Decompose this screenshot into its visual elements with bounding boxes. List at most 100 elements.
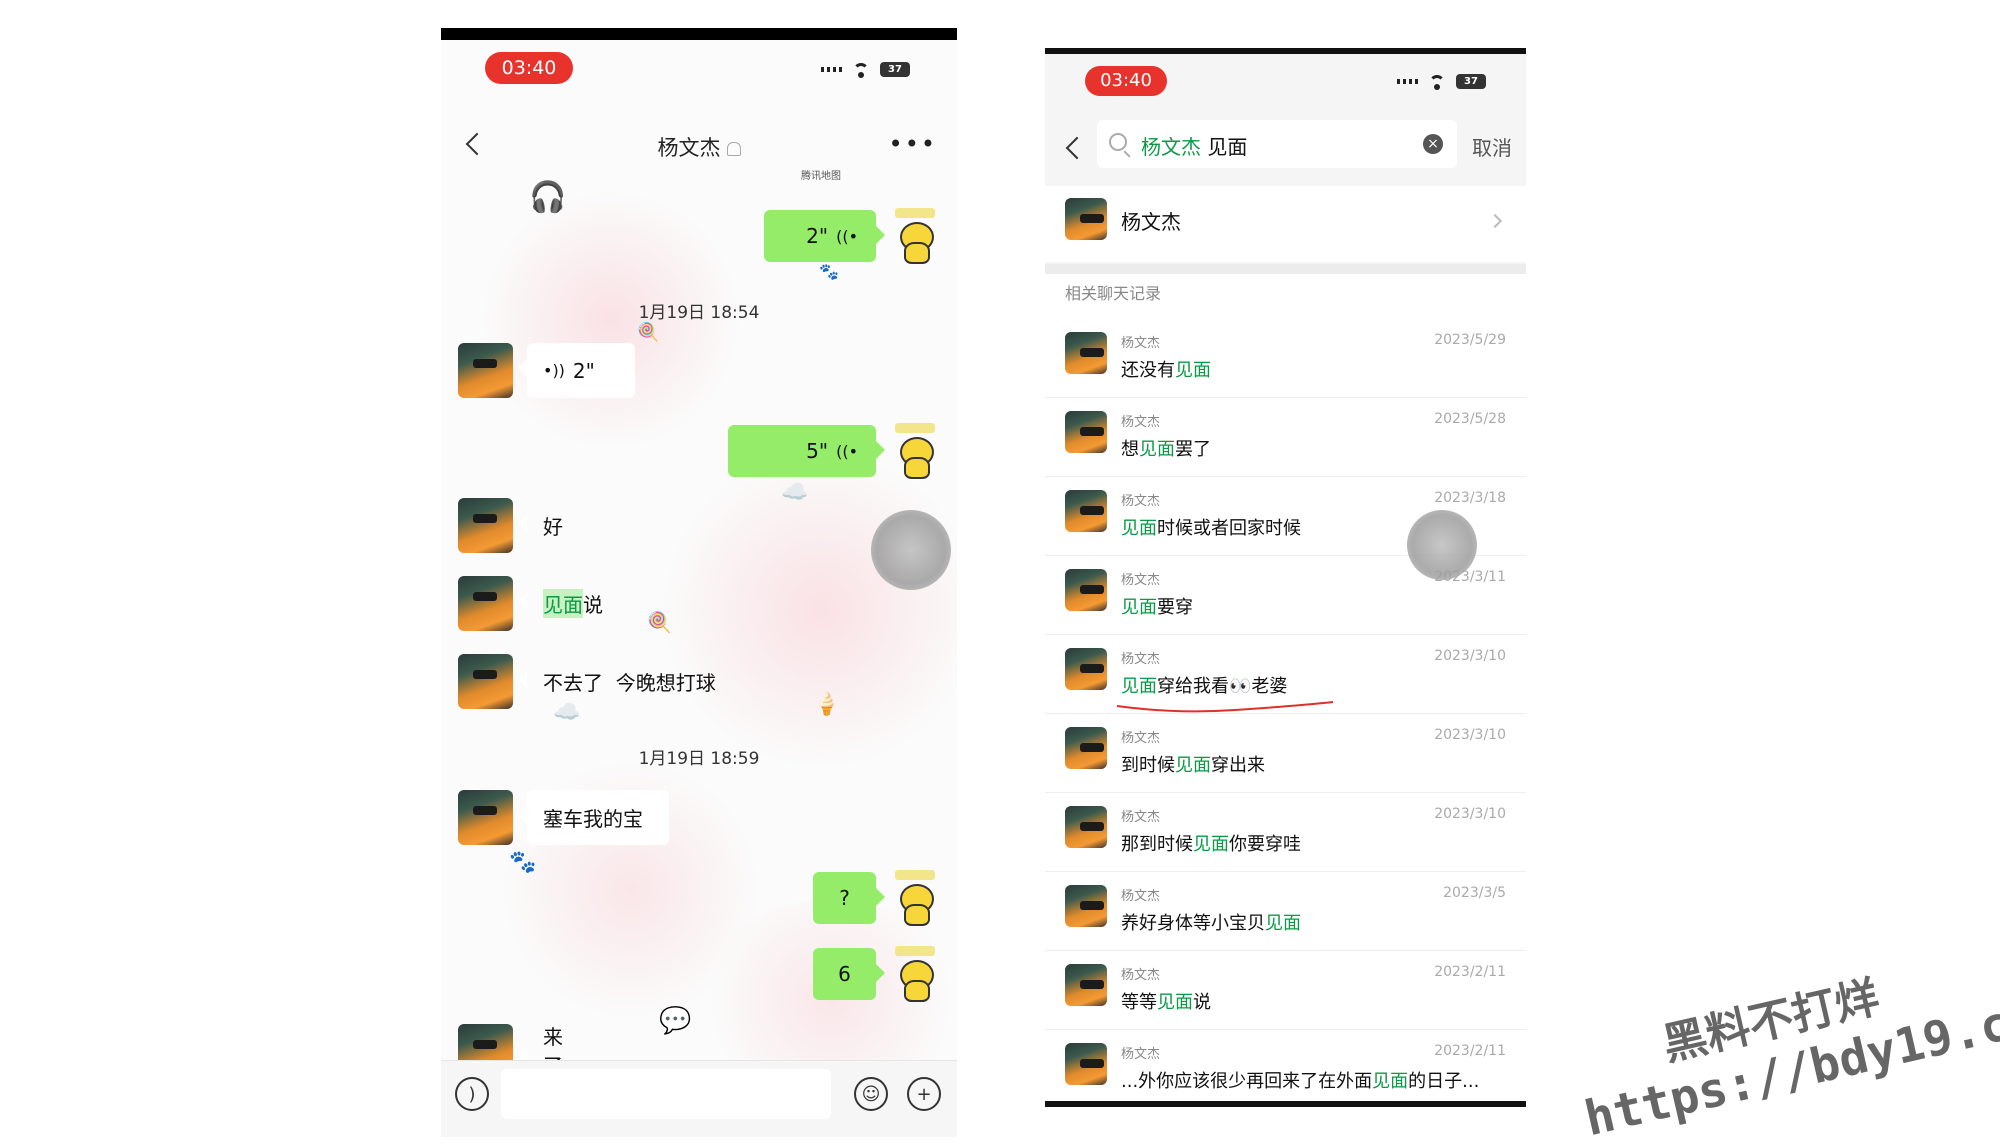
more-options-icon[interactable]: ••• bbox=[889, 130, 937, 158]
avatar-self[interactable] bbox=[891, 208, 941, 264]
headphone-icon: 🎧 bbox=[529, 180, 567, 215]
record-keyword: 见面 bbox=[1175, 755, 1211, 776]
avatar-self[interactable] bbox=[891, 946, 941, 1002]
text-message-out[interactable]: ? bbox=[813, 872, 885, 924]
record-keyword: 见面 bbox=[1157, 992, 1193, 1013]
record-date: 2023/3/10 bbox=[1434, 727, 1506, 743]
clear-icon[interactable]: × bbox=[1423, 134, 1443, 154]
floating-assist-button[interactable] bbox=[1407, 510, 1477, 580]
avatar-contact bbox=[1065, 727, 1107, 769]
record-date: 2023/3/10 bbox=[1434, 806, 1506, 822]
avatar-contact bbox=[1065, 411, 1107, 453]
contact-result[interactable]: 杨文杰 bbox=[1045, 186, 1526, 262]
wifi-icon bbox=[852, 62, 870, 78]
record-text-pre: 想 bbox=[1121, 439, 1139, 460]
voice-input-icon[interactable]: ) bbox=[455, 1077, 489, 1111]
plus-icon[interactable]: + bbox=[907, 1077, 941, 1111]
contact-name: 杨文杰 bbox=[657, 136, 721, 160]
voice-duration: 2" bbox=[806, 224, 829, 248]
chat-record-item[interactable]: 杨文杰 2023/2/11 ...外你应该很少再回来了在外面见面的日子... bbox=[1045, 1029, 1526, 1101]
record-text-post: 的日子... bbox=[1408, 1071, 1480, 1092]
avatar-contact[interactable] bbox=[458, 498, 513, 553]
avatar-contact bbox=[1065, 332, 1107, 374]
chat-record-item[interactable]: 杨文杰 2023/3/5 养好身体等小宝贝见面 bbox=[1045, 871, 1526, 951]
message-input[interactable] bbox=[501, 1069, 831, 1119]
battery-icon: 37 bbox=[880, 62, 910, 77]
signal-icon bbox=[821, 67, 842, 72]
status-time: 03:40 bbox=[485, 52, 573, 84]
cancel-button[interactable]: 取消 bbox=[1472, 132, 1512, 161]
chat-record-item[interactable]: 杨文杰 2023/3/10 到时候见面穿出来 bbox=[1045, 713, 1526, 793]
record-sender: 杨文杰 bbox=[1121, 1047, 1161, 1062]
back-icon[interactable] bbox=[1065, 136, 1089, 160]
voice-wave-icon: ((• bbox=[836, 441, 858, 461]
record-sender: 杨文杰 bbox=[1121, 731, 1161, 746]
status-icons: 37 bbox=[821, 62, 910, 78]
wifi-icon bbox=[1428, 74, 1446, 90]
record-date: 2023/3/10 bbox=[1434, 648, 1506, 664]
record-text-pre: ...外你应该很少再回来了在外面 bbox=[1121, 1071, 1373, 1092]
voice-message-out[interactable]: 5" ((• bbox=[728, 425, 885, 477]
record-keyword: 见面 bbox=[1121, 676, 1157, 697]
cloud-icon: ☁️ bbox=[553, 700, 581, 725]
message-input-bar: ) ☺ + bbox=[441, 1060, 957, 1137]
record-text: ...外你应该很少再回来了在外面见面的日子... bbox=[1121, 1067, 1479, 1093]
record-date: 2023/3/18 bbox=[1434, 490, 1506, 506]
avatar-contact bbox=[1065, 569, 1107, 611]
chat-header: 杨文杰 ••• bbox=[441, 120, 957, 170]
chat-record-item[interactable]: 杨文杰 2023/3/10 那到时候见面你要穿哇 bbox=[1045, 792, 1526, 872]
avatar-contact[interactable] bbox=[458, 343, 513, 398]
record-date: 2023/2/11 bbox=[1434, 964, 1506, 980]
record-keyword: 见面 bbox=[1175, 360, 1211, 381]
record-keyword: 见面 bbox=[1121, 518, 1157, 539]
message-text: 不去了 今晚想打球 bbox=[543, 671, 716, 695]
chevron-right-icon bbox=[1487, 213, 1503, 229]
record-date: 2023/5/28 bbox=[1434, 411, 1506, 427]
ice-cream-icon: 🍦 bbox=[813, 692, 841, 717]
voice-message-out[interactable]: 2" ((• bbox=[764, 210, 885, 262]
emoji-icon[interactable]: ☺ bbox=[854, 1077, 888, 1111]
message-text: ? bbox=[839, 886, 850, 910]
text-message-out[interactable]: 6 bbox=[813, 948, 885, 1000]
avatar-self[interactable] bbox=[891, 870, 941, 926]
chat-record-item[interactable]: 杨文杰 2023/5/29 还没有见面 bbox=[1045, 318, 1526, 398]
record-keyword: 见面 bbox=[1193, 834, 1229, 855]
record-text-pre: 到时候 bbox=[1121, 755, 1175, 776]
chat-screen: 03:40 37 杨文杰 ••• 腾讯地图 🎧 2" ((• 🐾 1月19日 18… bbox=[441, 28, 957, 1137]
text-message-in[interactable]: 塞车我的宝 bbox=[518, 790, 669, 845]
lollipop-icon: 🍭 bbox=[637, 322, 660, 343]
record-text-post: 时候或者回家时候 bbox=[1157, 518, 1301, 539]
map-label: 腾讯地图 bbox=[801, 171, 841, 182]
record-sender: 杨文杰 bbox=[1121, 494, 1161, 509]
cloud-icon: ☁️ bbox=[781, 480, 809, 505]
search-input[interactable]: 杨文杰 见面 × bbox=[1097, 120, 1457, 168]
avatar-contact[interactable] bbox=[458, 576, 513, 631]
avatar-contact bbox=[1065, 198, 1107, 240]
record-text: 见面穿给我看👀老婆 bbox=[1121, 672, 1287, 698]
record-text-pre: 等等 bbox=[1121, 992, 1157, 1013]
record-text: 见面要穿 bbox=[1121, 593, 1193, 619]
avatar-contact[interactable] bbox=[458, 654, 513, 709]
record-text: 那到时候见面你要穿哇 bbox=[1121, 830, 1301, 856]
avatar-contact bbox=[1065, 648, 1107, 690]
signal-icon bbox=[1397, 79, 1418, 84]
record-text-post: 穿出来 bbox=[1211, 755, 1265, 776]
record-text: 等等见面说 bbox=[1121, 988, 1211, 1014]
avatar-self[interactable] bbox=[891, 423, 941, 479]
search-contact-chip: 杨文杰 bbox=[1141, 135, 1201, 159]
paw-icon: 🐾 bbox=[819, 262, 839, 281]
chat-title: 杨文杰 bbox=[441, 132, 957, 162]
record-sender: 杨文杰 bbox=[1121, 573, 1161, 588]
voice-message-in[interactable]: •)) 2" bbox=[518, 343, 635, 398]
text-message-in[interactable]: 好 bbox=[518, 498, 589, 553]
text-message-in[interactable]: 见面说 bbox=[518, 576, 627, 631]
record-keyword: 见面 bbox=[1139, 439, 1175, 460]
chat-record-item[interactable]: 杨文杰 2023/2/11 等等见面说 bbox=[1045, 950, 1526, 1030]
avatar-contact bbox=[1065, 1043, 1107, 1085]
message-text: 6 bbox=[838, 962, 851, 986]
floating-assist-button[interactable] bbox=[871, 510, 951, 590]
chat-record-item[interactable]: 杨文杰 2023/5/28 想见面罢了 bbox=[1045, 397, 1526, 477]
avatar-contact[interactable] bbox=[458, 790, 513, 845]
record-text-post: 你要穿哇 bbox=[1229, 834, 1301, 855]
divider bbox=[1045, 264, 1526, 274]
